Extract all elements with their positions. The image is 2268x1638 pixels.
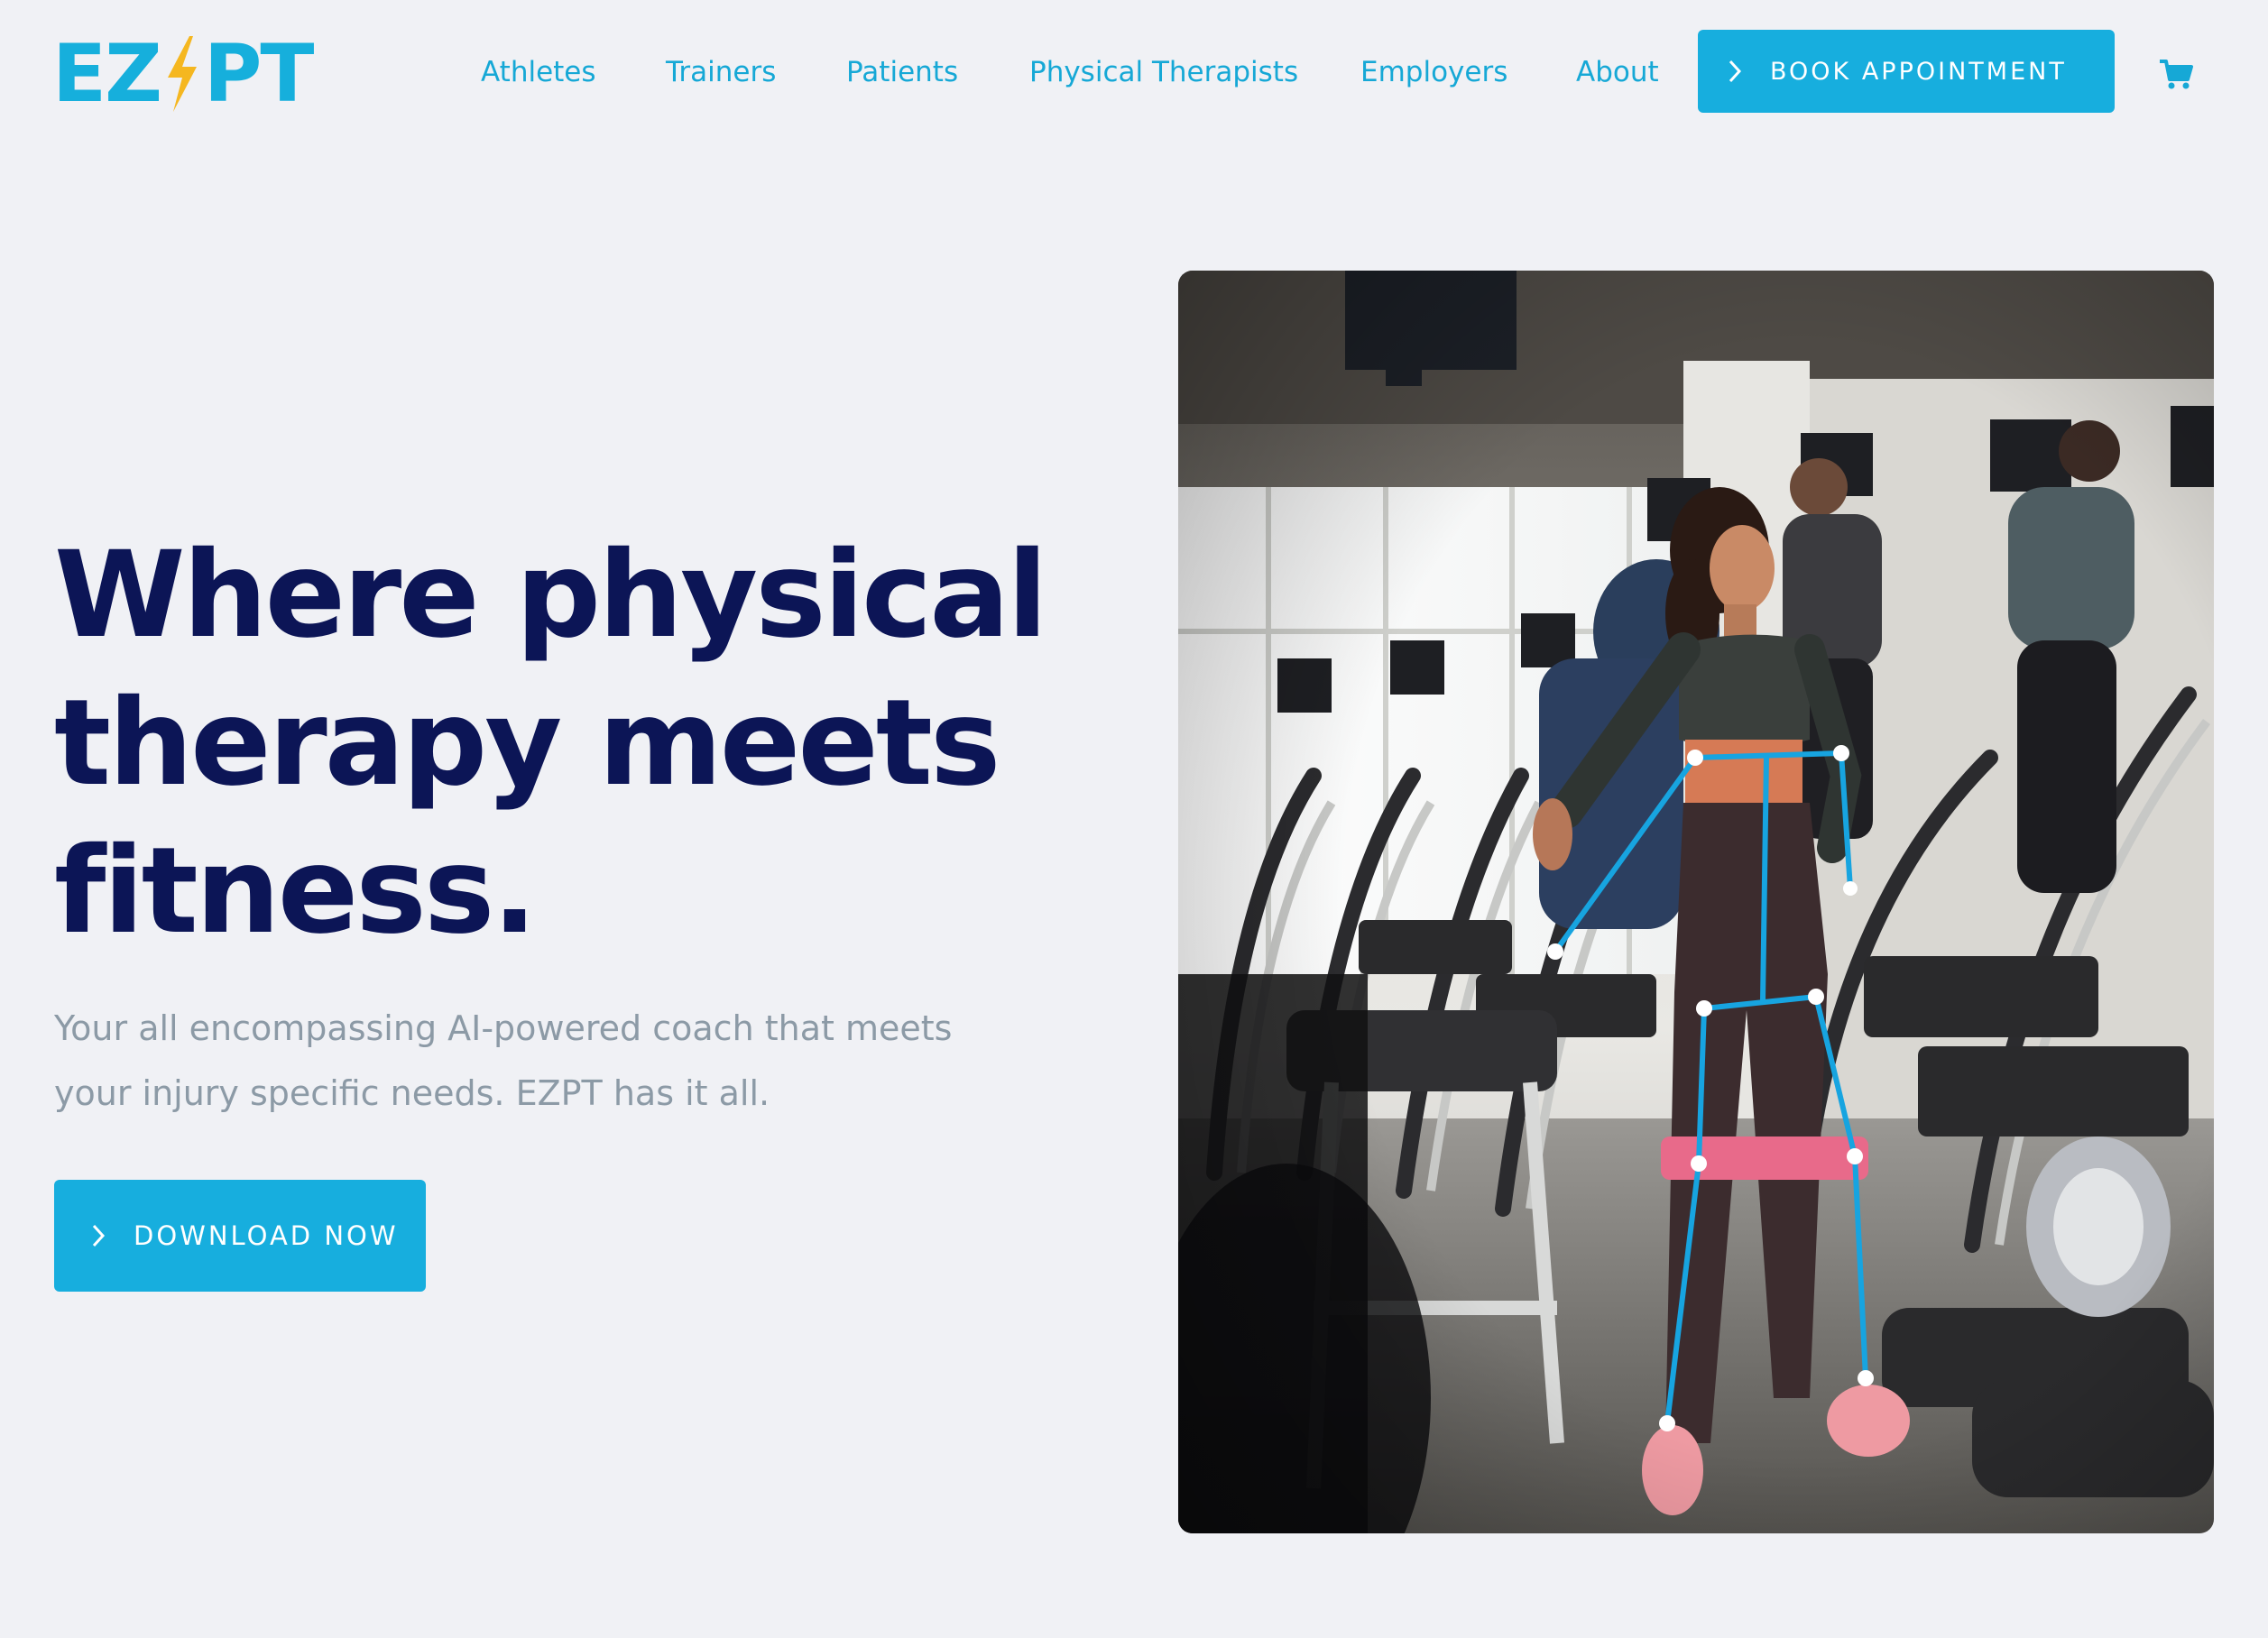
nav-employers[interactable]: Employers [1360, 52, 1507, 92]
download-now-label: DOWNLOAD NOW [134, 1220, 399, 1251]
chevron-right-icon [1729, 60, 1742, 83]
download-now-button[interactable]: DOWNLOAD NOW [54, 1180, 426, 1292]
site-header: EZ PT Athletes Trainers Patients Physica… [0, 0, 2268, 144]
chevron-right-icon [92, 1224, 106, 1247]
book-appointment-label: BOOK APPOINTMENT [1770, 57, 2067, 86]
cart-icon[interactable] [2158, 56, 2194, 92]
hero-subtitle: Your all encompassing AI-powered coach t… [54, 1008, 953, 1113]
hero-title: Where physical therapy meets fitness. [54, 526, 1048, 961]
nav-athletes[interactable]: Athletes [481, 52, 596, 92]
nav-about[interactable]: About [1576, 52, 1659, 92]
nav-physical-therapists[interactable]: Physical Therapists [1029, 52, 1298, 92]
gym-pose-tracking-photo [1178, 271, 2214, 1533]
book-appointment-button[interactable]: BOOK APPOINTMENT [1698, 30, 2115, 113]
nav-trainers[interactable]: Trainers [666, 52, 776, 92]
nav-patients[interactable]: Patients [846, 52, 958, 92]
main-nav: Athletes Trainers Patients Physical Ther… [0, 0, 2268, 144]
